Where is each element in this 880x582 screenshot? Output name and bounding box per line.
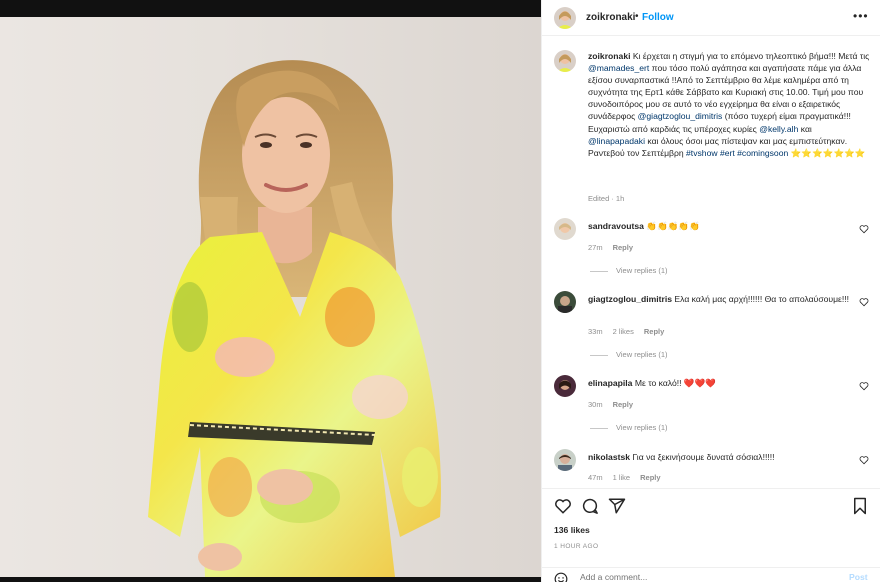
view-replies-line	[590, 354, 608, 356]
caption-tag-link[interactable]: @giagtzoglou_dimitris	[638, 111, 723, 121]
heart-icon[interactable]	[859, 224, 869, 234]
view-replies-label[interactable]: View replies (1)	[616, 266, 668, 275]
comment-body: 👏👏👏👏👏	[646, 221, 700, 231]
heart-icon[interactable]	[859, 297, 869, 307]
avatar[interactable]	[554, 218, 576, 240]
avatar[interactable]	[554, 7, 576, 29]
caption-tag-link[interactable]: #comingsoon	[737, 148, 788, 158]
heart-icon[interactable]	[859, 455, 869, 465]
reply-button[interactable]: Reply	[613, 243, 633, 252]
post-header: zoikronaki • Follow •••	[542, 0, 880, 36]
caption-tag-link[interactable]: @kelly.alh	[759, 124, 798, 134]
avatar[interactable]	[554, 375, 576, 397]
comment-time: 33m	[588, 327, 603, 336]
comment-time: 47m	[588, 473, 603, 482]
view-replies-button[interactable]: View replies (1)	[590, 266, 668, 275]
caption-segment: Κι έρχεται η στιγμή για το επόμενο τηλεο…	[630, 51, 870, 61]
caption-tag-link[interactable]: @mamades_ert	[588, 63, 649, 73]
ellipsis-icon[interactable]: •••	[853, 9, 869, 23]
post-actions: 136 likes 1 HOUR AGO Post	[542, 488, 880, 582]
follow-button[interactable]: Follow	[642, 12, 674, 23]
heart-icon[interactable]	[859, 381, 869, 391]
comment-time: 27m	[588, 243, 603, 252]
comment-meta: 27m Reply	[588, 243, 643, 252]
avatar[interactable]	[554, 291, 576, 313]
view-replies-line	[590, 427, 608, 429]
caption-segment: ⭐⭐⭐⭐⭐⭐⭐	[788, 147, 866, 158]
caption-tag-link[interactable]: @linapapadaki	[588, 136, 645, 146]
reply-button[interactable]: Reply	[640, 473, 660, 482]
caption-tag-link[interactable]: #ert	[720, 148, 735, 158]
reply-button[interactable]: Reply	[644, 327, 664, 336]
caption-tag-link[interactable]: #tvshow	[686, 148, 718, 158]
post-comment-button[interactable]: Post	[849, 572, 868, 582]
add-comment-bar: Post	[542, 567, 880, 582]
comment-meta: 47m 1 like Reply	[588, 473, 671, 482]
comment-likes[interactable]: 1 like	[613, 473, 631, 482]
view-replies-line	[590, 270, 608, 272]
avatar[interactable]	[554, 50, 576, 72]
comment-text: sandravoutsa 👏👏👏👏👏	[588, 220, 850, 232]
likes-count[interactable]: 136 likes	[554, 525, 590, 535]
caption-body: Κι έρχεται η στιγμή για το επόμενο τηλεο…	[588, 51, 869, 158]
comment-username[interactable]: sandravoutsa	[588, 221, 644, 231]
comment-text: nikolastsk Για να ξεκινήσουμε δυνατά σόσ…	[588, 451, 850, 463]
comment-icon[interactable]	[581, 497, 599, 515]
comment-username[interactable]: elinapapila	[588, 378, 632, 388]
post-photo-illustration	[148, 60, 441, 577]
comment-body: Με το καλό!! ❤️❤️❤️	[634, 378, 716, 388]
caption-segment: και	[798, 123, 812, 134]
comment-text: elinapapila Με το καλό!! ❤️❤️❤️	[588, 377, 850, 389]
comment-username[interactable]: giagtzoglou_dimitris	[588, 294, 672, 304]
comment-likes[interactable]: 2 likes	[613, 327, 634, 336]
comment-meta: 30m Reply	[588, 400, 643, 409]
view-replies-button[interactable]: View replies (1)	[590, 350, 668, 359]
photo-bottom-bar	[0, 577, 541, 582]
comment-meta: 33m 2 likes Reply	[588, 327, 674, 336]
add-comment-input[interactable]	[580, 572, 810, 582]
share-icon[interactable]	[608, 497, 626, 515]
view-replies-label[interactable]: View replies (1)	[616, 423, 668, 432]
caption-username[interactable]: zoikronaki	[588, 51, 631, 61]
post-photo[interactable]	[0, 17, 541, 577]
comment-body: Ελα καλή μας αρχή!!!!!! Θα το απολαύσουμ…	[674, 294, 850, 304]
comment-text: giagtzoglou_dimitris Ελα καλή μας αρχή!!…	[588, 293, 850, 305]
post-time-ago: 1 HOUR AGO	[554, 543, 599, 550]
view-replies-label[interactable]: View replies (1)	[616, 350, 668, 359]
emoji-icon[interactable]	[554, 572, 568, 582]
post-side-panel: zoikronaki • Follow ••• zoikronaki Κι έρ…	[541, 0, 880, 582]
caption-text: zoikronaki Κι έρχεται η στιγμή για το επ…	[588, 50, 871, 159]
comment-time: 30m	[588, 400, 603, 409]
photo-top-bar	[0, 0, 541, 17]
heart-icon[interactable]	[554, 497, 572, 515]
avatar[interactable]	[554, 449, 576, 471]
header-separator: •	[635, 11, 639, 22]
caption-edited-time: Edited · 1h	[588, 194, 625, 203]
comment-body: Για να ξεκινήσουμε δυνατά σόσιαλ!!!!!	[632, 452, 775, 462]
bookmark-icon[interactable]	[851, 497, 869, 515]
comment-username[interactable]: nikolastsk	[588, 452, 630, 462]
reply-button[interactable]: Reply	[613, 400, 633, 409]
header-username[interactable]: zoikronaki	[586, 12, 635, 23]
view-replies-button[interactable]: View replies (1)	[590, 423, 668, 432]
